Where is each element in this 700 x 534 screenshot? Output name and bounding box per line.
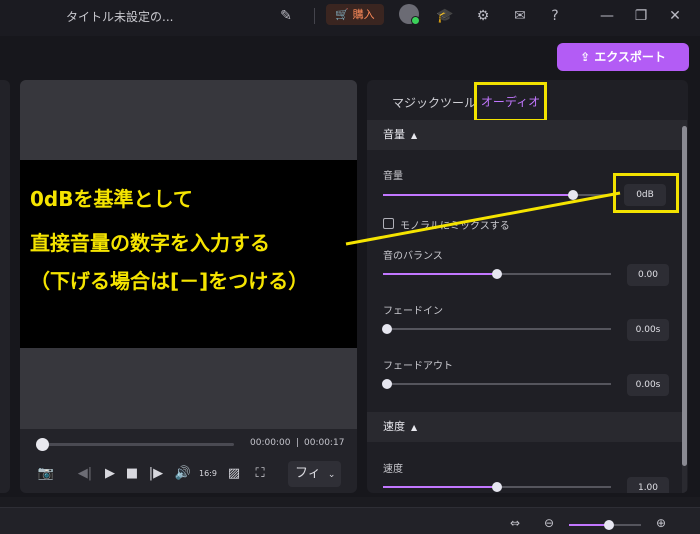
caret-up-icon: ▲ xyxy=(411,423,418,432)
help-icon[interactable]: ? xyxy=(545,6,565,26)
graduation-cap-icon[interactable]: 🎓 xyxy=(435,6,455,26)
toolbox-icon[interactable]: ⚙ xyxy=(473,6,493,26)
fade-out-label: フェードアウト xyxy=(383,361,453,372)
balance-input[interactable]: 0.00 xyxy=(627,264,669,286)
section-header-volume[interactable]: 音量 ▲ xyxy=(367,120,682,150)
annotation-line-1: 0dBを基準として xyxy=(30,187,193,211)
grid-icon[interactable]: ▨ xyxy=(224,464,244,484)
media-panel-edge xyxy=(0,80,10,493)
play-icon[interactable]: ▶ xyxy=(100,464,120,484)
tab-magic-tools[interactable]: マジックツール xyxy=(392,94,476,111)
chevron-down-icon: ⌄ xyxy=(327,470,336,480)
fullscreen-icon[interactable]: ⛶ xyxy=(250,464,270,484)
speed-input[interactable]: 1.00 xyxy=(627,477,669,493)
current-time: 00:00:00 xyxy=(250,438,291,448)
annotation-line-2: 直接音量の数字を入力する xyxy=(30,231,270,255)
maximize-icon[interactable]: ❐ xyxy=(631,6,651,26)
project-title[interactable]: タイトル未設定の... xyxy=(66,8,173,25)
minimize-icon[interactable]: — xyxy=(597,6,617,26)
fade-in-slider[interactable] xyxy=(382,324,611,334)
speed-label: 速度 xyxy=(383,464,403,475)
upload-icon: ⇪ xyxy=(580,50,595,64)
fade-out-slider-thumb[interactable] xyxy=(382,379,392,389)
step-back-icon[interactable]: ◀| xyxy=(75,464,95,484)
volume-slider-thumb[interactable] xyxy=(568,190,578,200)
volume-slider[interactable] xyxy=(383,190,611,200)
balance-slider-fill xyxy=(383,273,497,275)
speed-slider[interactable] xyxy=(383,482,611,492)
timeline-toolbar xyxy=(0,507,700,534)
fade-in-slider-thumb[interactable] xyxy=(382,324,392,334)
note-icon[interactable]: ✎ xyxy=(276,6,296,26)
mail-icon[interactable]: ✉ xyxy=(510,6,530,26)
export-button[interactable]: ⇪ エクスポート xyxy=(557,43,689,71)
toolbar-divider xyxy=(314,8,315,24)
total-time: 00:00:17 xyxy=(304,438,345,448)
fade-out-slider[interactable] xyxy=(382,379,611,389)
playback-scrubber[interactable] xyxy=(42,443,234,446)
property-panel: マジックツール オーディオ 音量 ▲ 音量 0dB モノラルにミックスする 音のバ… xyxy=(367,80,688,493)
close-icon[interactable]: ✕ xyxy=(665,6,685,26)
aspect-ratio-icon[interactable]: 16:9 xyxy=(198,464,218,484)
timeline-divider[interactable] xyxy=(0,497,700,507)
zoom-slider-fill xyxy=(569,524,609,526)
fit-timeline-icon[interactable]: ⇔ xyxy=(506,515,524,531)
step-forward-icon[interactable]: |▶ xyxy=(146,464,166,484)
tab-audio[interactable]: オーディオ xyxy=(474,82,547,122)
fade-out-input[interactable]: 0.00s xyxy=(627,374,669,396)
annotation-line-3: （下げる場合は[－]をつける） xyxy=(30,269,309,293)
zoom-in-icon[interactable]: ⊕ xyxy=(652,515,670,531)
speed-slider-thumb[interactable] xyxy=(492,482,502,492)
mono-checkbox[interactable] xyxy=(383,218,394,229)
volume-label: 音量 xyxy=(383,171,403,182)
caret-up-icon: ▲ xyxy=(411,131,418,140)
time-separator: | xyxy=(296,438,300,448)
fit-select[interactable]: フィ ⌄ xyxy=(288,461,341,487)
balance-slider-thumb[interactable] xyxy=(492,269,502,279)
section-header-speed[interactable]: 速度 ▲ xyxy=(367,412,682,442)
title-bar: タイトル未設定の... ✎ 🛒 購入 🎓 ⚙ ✉ ? — ❐ ✕ xyxy=(0,0,700,36)
zoom-out-icon[interactable]: ⊖ xyxy=(540,515,558,531)
volume-input[interactable]: 0dB xyxy=(624,184,666,206)
mono-label: モノラルにミックスする xyxy=(400,221,510,232)
panel-scrollbar-thumb[interactable] xyxy=(682,126,687,466)
buy-button[interactable]: 🛒 購入 xyxy=(326,4,384,25)
zoom-slider-thumb[interactable] xyxy=(604,520,614,530)
balance-label: 音のバランス xyxy=(383,251,443,262)
zoom-slider[interactable] xyxy=(569,520,641,530)
fade-in-input[interactable]: 0.00s xyxy=(627,319,669,341)
snapshot-icon[interactable]: 📷 xyxy=(36,464,56,484)
stop-icon[interactable]: ■ xyxy=(122,464,142,484)
cart-icon: 🛒 xyxy=(335,8,350,21)
scrubber-handle[interactable] xyxy=(36,438,49,451)
speed-slider-fill xyxy=(383,486,497,488)
fade-in-label: フェードイン xyxy=(383,306,443,317)
balance-slider[interactable] xyxy=(383,269,611,279)
volume-slider-fill xyxy=(383,194,575,196)
speaker-icon[interactable]: 🔊 xyxy=(173,464,193,484)
user-avatar[interactable] xyxy=(399,4,420,25)
